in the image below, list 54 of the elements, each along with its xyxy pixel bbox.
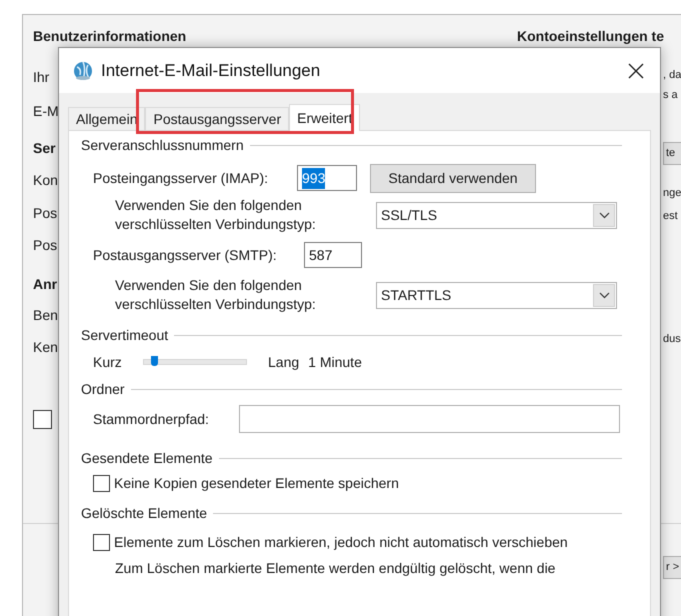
tab[interactable]: Postausgangsserver	[145, 107, 290, 130]
group-heading: Servertimeout	[81, 326, 168, 344]
field-label: Stammordnerpfad:	[93, 410, 210, 429]
field-label: Verwenden Sie den folgenden verschlüsselten Verbindungstyp:	[115, 276, 317, 314]
field-label: est	[662, 209, 678, 224]
slider-value: 1 Minute	[308, 352, 362, 372]
slider-thumb[interactable]	[151, 356, 158, 366]
chevron-icon	[593, 204, 615, 226]
field-label: Verwenden Sie den folgenden verschlüsselten Verbindungstyp:	[115, 196, 317, 234]
input-field[interactable]: 587	[304, 242, 362, 268]
field-label: nge	[662, 186, 681, 201]
chevron-icon	[593, 284, 615, 306]
field-label: , da	[662, 68, 681, 83]
slider[interactable]	[143, 359, 247, 365]
default-button[interactable]: Standard verwenden	[370, 164, 536, 192]
tab[interactable]: Allgemein	[68, 107, 146, 130]
field-label: Kon	[33, 171, 58, 190]
group-heading: Gesendete Elemente	[81, 448, 213, 468]
field-label: Pos	[33, 236, 58, 255]
field-label: Ken	[33, 338, 58, 357]
button[interactable]: te	[663, 142, 681, 164]
checkbox-label: Keine Kopien gesendeter Elemente speichern	[114, 474, 399, 493]
field-label: Ihr	[33, 68, 50, 87]
help-text: Zum Löschen markierte Elemente werden endgültig gelöscht, wenn die	[114, 559, 556, 578]
field-label: Anr	[33, 275, 58, 294]
tab[interactable]: Erweitert	[289, 104, 360, 131]
dropdown[interactable]: STARTTLS	[376, 282, 617, 308]
checkbox[interactable]	[93, 534, 110, 550]
dropdown[interactable]: SSL/TLS	[376, 202, 617, 228]
group-heading: Gelöschte Elemente	[81, 504, 208, 522]
selected-text: 587	[309, 246, 332, 264]
field-label: E-M	[33, 102, 59, 121]
field-label: Posteingangsserver (IMAP):	[93, 168, 270, 188]
slider-label: Kurz	[93, 352, 123, 372]
section-heading: Kontoeinstellungen te	[517, 28, 664, 44]
window-title: Internet-E-Mail-Einstellungen	[101, 60, 322, 82]
field-label: Pos	[33, 204, 58, 223]
input-field[interactable]	[239, 405, 620, 433]
group-heading: Ordner	[81, 380, 125, 398]
field-label: Postausgangsserver (SMTP):	[93, 246, 278, 265]
selected-text: 993	[302, 168, 326, 188]
field-label: Ben	[33, 306, 58, 325]
section-heading: Benutzerinformationen	[33, 28, 186, 44]
globe-icon	[73, 60, 93, 80]
group-heading: Serveranschlussnummern	[81, 136, 244, 154]
checkbox-label: Elemente zum Löschen markieren, jedoch nicht automatisch verschieben	[114, 532, 568, 552]
field-label: s a	[662, 88, 678, 103]
field-label: Ser	[33, 139, 56, 158]
checkbox[interactable]	[93, 474, 110, 492]
input-field[interactable]: 993	[297, 165, 357, 191]
slider-label: Lang	[268, 352, 300, 372]
field-label: dus	[662, 332, 681, 347]
button[interactable]: r >	[663, 556, 681, 578]
checkbox[interactable]	[33, 410, 52, 429]
